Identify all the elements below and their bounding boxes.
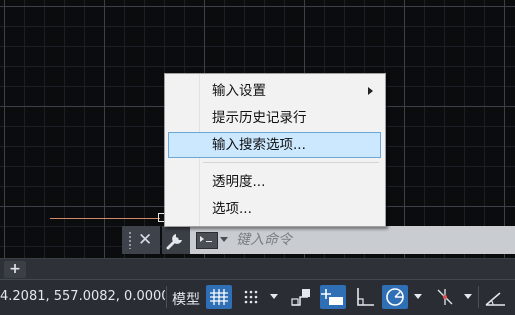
snap-mode-icon[interactable] xyxy=(238,285,264,309)
crosshair-line xyxy=(50,218,160,219)
isometric-drafting-icon[interactable] xyxy=(432,285,458,309)
command-input[interactable] xyxy=(236,230,506,250)
menu-item-label: 透明度... xyxy=(212,174,266,190)
command-line-grip[interactable]: ✕ xyxy=(122,226,160,254)
menu-item-options[interactable]: 选项... xyxy=(168,196,381,222)
chevron-down-icon[interactable] xyxy=(270,294,278,299)
add-layout-button[interactable]: + xyxy=(4,261,26,278)
chevron-down-icon[interactable] xyxy=(464,294,472,299)
separator xyxy=(166,286,167,308)
layout-tab-strip: + xyxy=(0,258,515,279)
chevron-down-icon[interactable] xyxy=(220,237,228,242)
close-icon[interactable]: ✕ xyxy=(138,229,152,251)
coordinate-readout[interactable]: 4.2081, 557.0082, 0.0000 xyxy=(0,289,165,304)
chevron-down-icon[interactable] xyxy=(414,294,422,299)
dynamic-input-icon[interactable] xyxy=(320,285,346,309)
command-input-area xyxy=(190,226,515,254)
separator xyxy=(478,286,479,308)
status-bar: 4.2081, 557.0082, 0.0000 模型 xyxy=(0,279,515,315)
menu-item-label: 提示历史记录行 xyxy=(212,110,307,126)
menu-item-transparency[interactable]: 透明度... xyxy=(168,169,381,195)
chevron-right-icon xyxy=(368,87,373,95)
menu-item-input-search-options[interactable]: 输入搜索选项... xyxy=(168,132,381,158)
polar-tracking-icon[interactable] xyxy=(382,285,408,309)
ortho-mode-icon[interactable] xyxy=(352,285,378,309)
infer-constraints-icon[interactable] xyxy=(288,285,314,309)
menu-item-label: 输入搜索选项... xyxy=(212,137,306,153)
command-line: ✕ xyxy=(122,226,515,254)
menu-separator xyxy=(203,162,379,163)
menu-item-label: 输入设置 xyxy=(212,83,266,99)
object-snap-tracking-icon[interactable] xyxy=(483,285,509,309)
menu-item-input-settings[interactable]: 输入设置 xyxy=(168,78,381,104)
wrench-icon[interactable] xyxy=(162,226,190,254)
command-prompt-icon[interactable] xyxy=(196,232,218,249)
menu-item-prompt-history[interactable]: 提示历史记录行 xyxy=(168,105,381,131)
command-line-context-menu: 输入设置 提示历史记录行 输入搜索选项... 透明度... 选项... xyxy=(164,73,386,227)
model-space-button[interactable]: 模型 xyxy=(172,289,200,309)
menu-item-label: 选项... xyxy=(212,201,252,217)
drag-handle-icon[interactable] xyxy=(128,231,132,249)
grid-display-icon[interactable] xyxy=(206,285,232,309)
